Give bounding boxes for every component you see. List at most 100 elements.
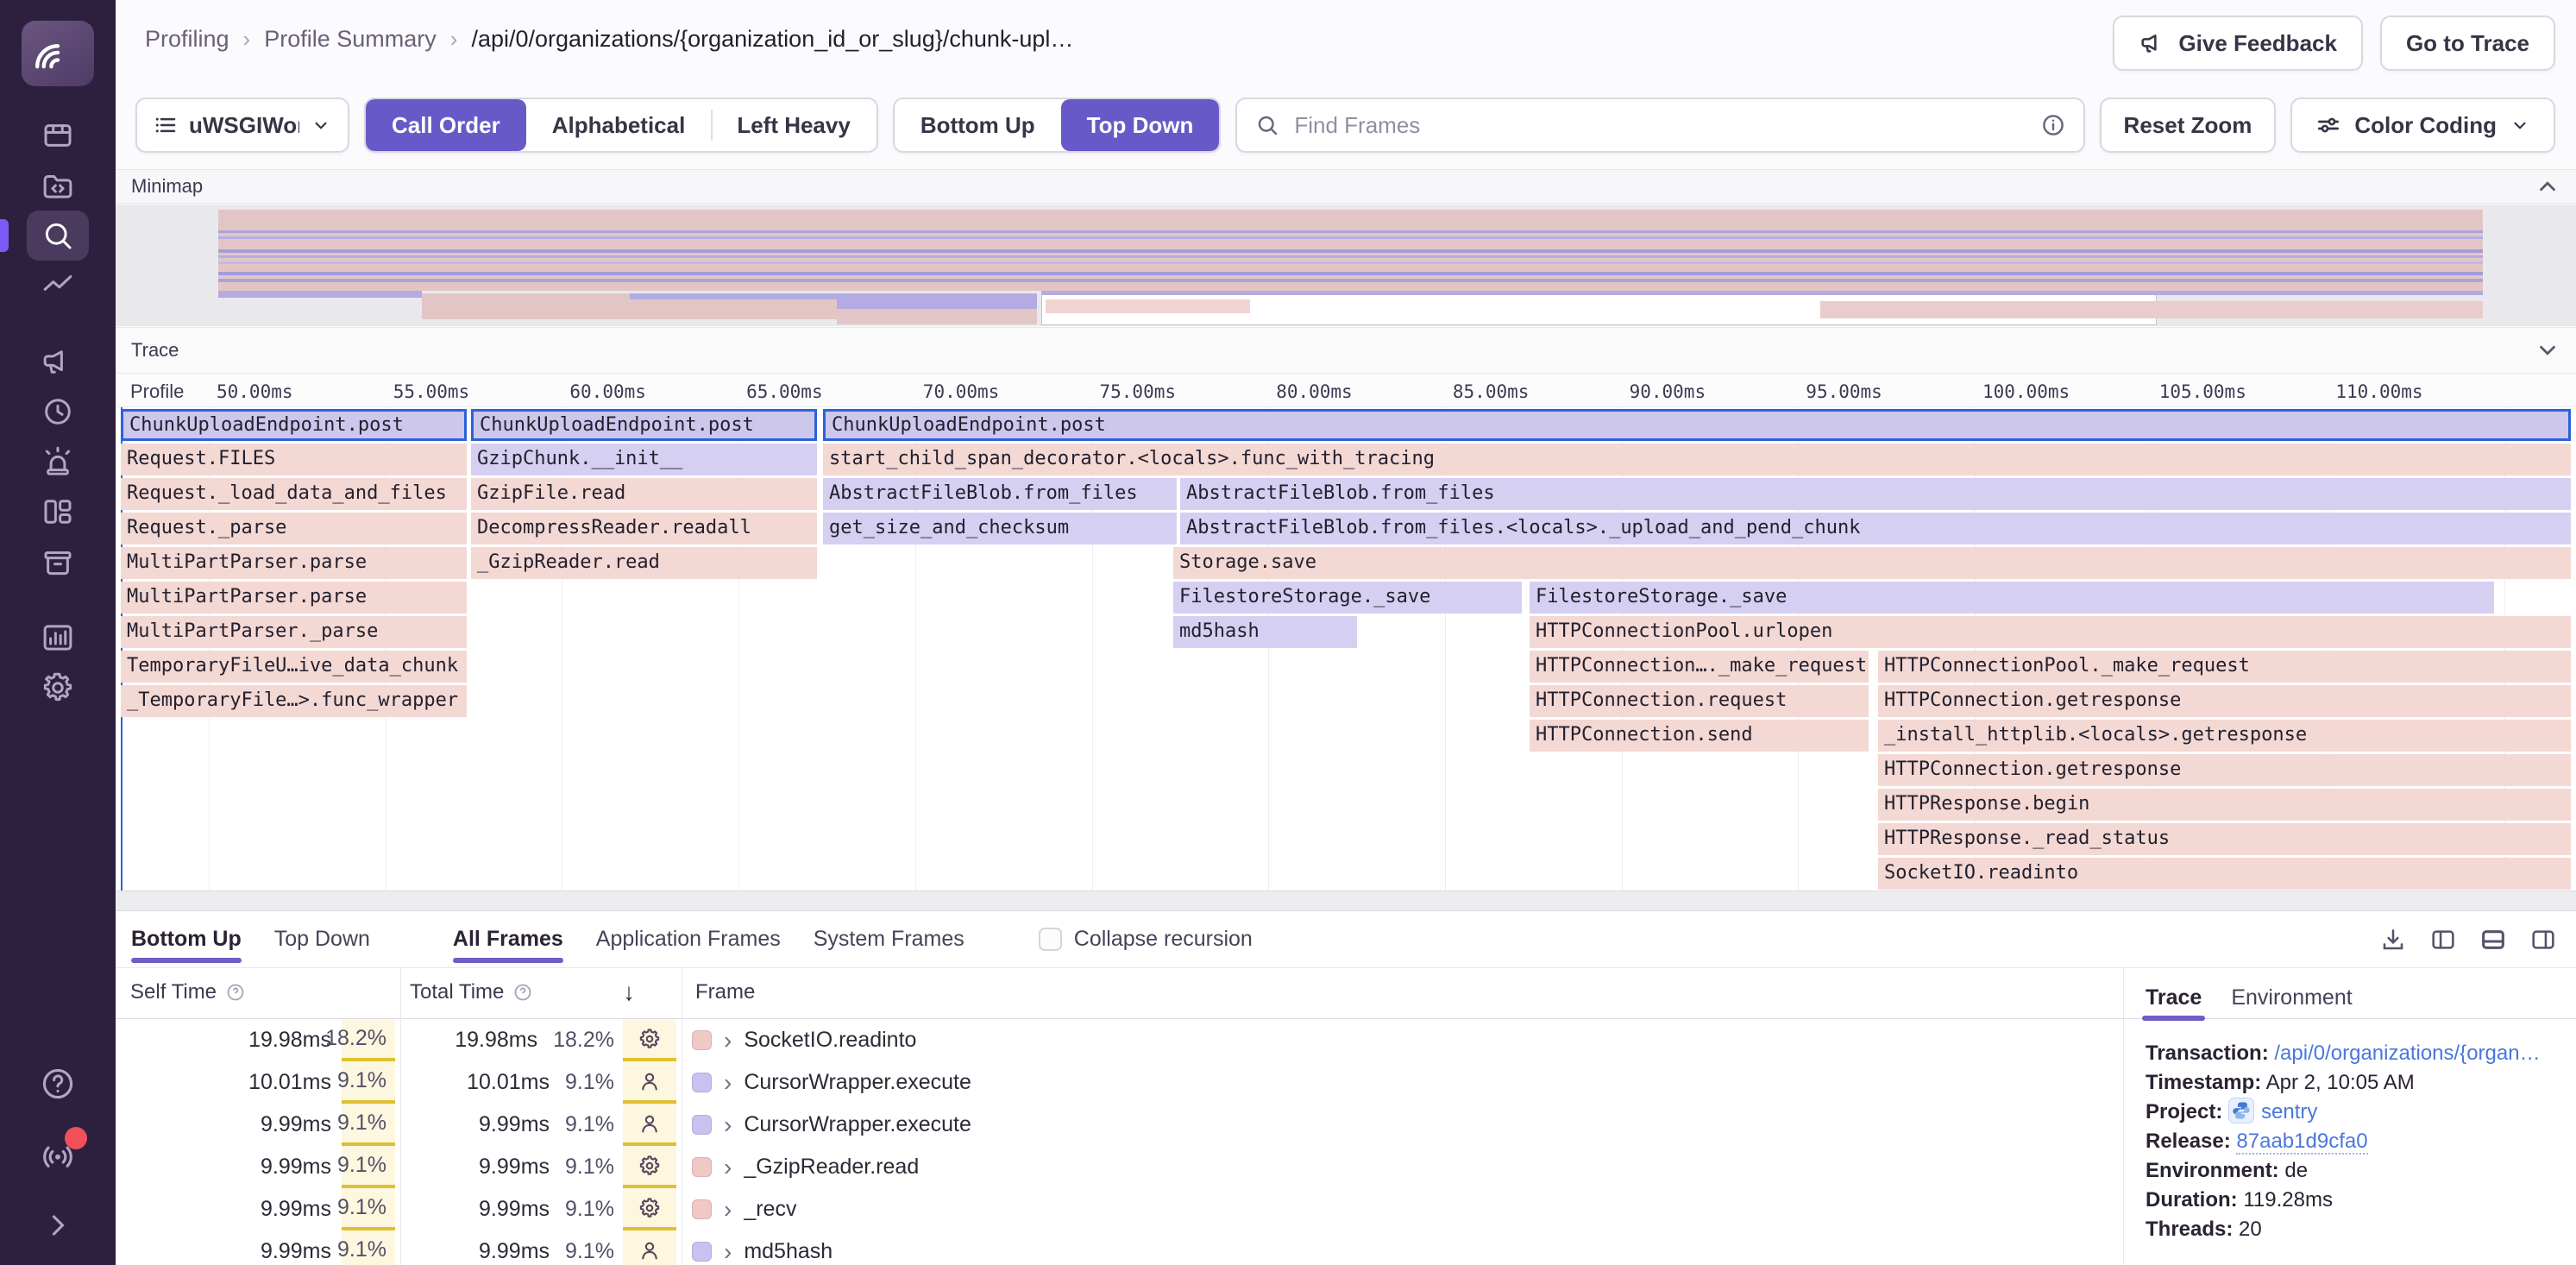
minimap[interactable] [116,205,2576,326]
flame-frame[interactable]: MultiPartParser.parse [121,547,467,579]
help-icon[interactable] [34,1060,82,1108]
sidebar-item-explore-code[interactable] [27,160,89,211]
download-icon[interactable] [2379,926,2407,953]
column-self-time[interactable]: Self Time [130,980,246,1004]
flame-frame[interactable]: md5hash [1173,616,1357,648]
flame-frame[interactable]: DecompressReader.readall [471,513,817,544]
release-link[interactable]: 87aab1d9cfa0 [2236,1130,2367,1155]
collapse-trace-icon[interactable] [2535,337,2560,363]
flame-frame[interactable]: SocketIO.readinto [1878,858,2571,890]
flame-frame[interactable]: GzipFile.read [471,478,817,510]
frame-cell[interactable]: ›CursorWrapper.execute [676,1061,2123,1104]
sort-alphabetical-button[interactable]: Alphabetical [526,99,712,151]
sidebar-item-issues[interactable] [27,110,89,160]
frame-kind-badge[interactable] [623,1188,676,1230]
frame-cell[interactable]: ›CursorWrapper.execute [676,1104,2123,1146]
expand-sidebar-icon[interactable] [34,1201,82,1249]
flame-frame[interactable]: _install_httplib.<locals>.getresponse [1878,720,2571,752]
flame-frame[interactable]: Storage.save [1173,547,2571,579]
flame-frame[interactable]: TemporaryFileU…ive_data_chunk [121,651,467,683]
expand-row-icon[interactable]: › [724,1155,732,1180]
flame-frame[interactable]: HTTPResponse.begin [1878,789,2571,821]
frame-table-row[interactable]: 19.98ms18.2%19.98ms18.2%›SocketIO.readin… [116,1019,2123,1061]
sidebar-item-releases[interactable] [27,537,89,587]
flame-frame[interactable]: MultiPartParser._parse [121,616,467,648]
sort-left-heavy-button[interactable]: Left Heavy [711,99,876,151]
details-tab-trace[interactable]: Trace [2146,985,2202,1010]
top-down-button[interactable]: Top Down [1061,99,1220,151]
expand-row-icon[interactable]: › [724,1071,732,1095]
sidebar-item-dashboards[interactable] [27,487,89,537]
flame-frame[interactable]: _TemporaryFile…>.func_wrapper [121,685,467,717]
flame-frame[interactable]: _GzipReader.read [471,547,817,579]
column-frame[interactable]: Frame [695,980,755,1004]
collapse-minimap-icon[interactable] [2535,173,2560,199]
flame-frame[interactable]: ChunkUploadEndpoint.post [121,409,467,441]
flame-frame[interactable]: HTTPConnection…._make_request [1530,651,1869,683]
frame-table-row[interactable]: 9.99ms9.1%9.99ms9.1%›_recv [116,1188,2123,1230]
flame-frame[interactable]: ChunkUploadEndpoint.post [823,409,2571,441]
sidebar-item-feedback[interactable] [27,337,89,387]
sidebar-item-metrics[interactable] [27,261,89,311]
flame-frame[interactable]: FilestoreStorage._save [1530,582,2494,614]
tab-application-frames[interactable]: Application Frames [596,911,781,967]
thread-selector[interactable]: uWSGIWor… [135,98,349,153]
expand-row-icon[interactable]: › [724,1113,732,1137]
flame-frame[interactable]: FilestoreStorage._save [1173,582,1522,614]
flame-frame[interactable]: HTTPConnection.request [1530,685,1869,717]
question-icon[interactable] [225,982,246,1003]
broadcast-icon[interactable] [34,1130,82,1179]
find-frames-input[interactable] [1292,111,2027,140]
tab-top-down[interactable]: Top Down [274,911,370,967]
layout-right-icon[interactable] [2529,926,2557,953]
collapse-recursion-checkbox[interactable] [1039,928,1062,951]
sidebar-item-alerts[interactable] [27,437,89,487]
column-total-time[interactable]: Total Time [410,980,533,1004]
sidebar-item-replays[interactable] [27,387,89,437]
flame-frame[interactable]: GzipChunk.__init__ [471,444,817,475]
flame-frame[interactable]: HTTPResponse._read_status [1878,823,2571,855]
sort-direction-icon[interactable]: ↓ [623,979,635,1006]
tab-all-frames[interactable]: All Frames [453,911,563,967]
frame-kind-badge[interactable] [623,1230,676,1265]
flame-frame[interactable]: AbstractFileBlob.from_files.<locals>._up… [1180,513,2571,544]
flame-frame[interactable]: ChunkUploadEndpoint.post [471,409,817,441]
question-icon[interactable] [512,982,533,1003]
layout-bottom-icon[interactable] [2479,926,2507,953]
info-icon[interactable] [2040,112,2066,138]
tab-system-frames[interactable]: System Frames [814,911,964,967]
frame-kind-badge[interactable] [623,1146,676,1188]
frame-kind-badge[interactable] [623,1019,676,1061]
flame-frame[interactable]: start_child_span_decorator.<locals>.func… [823,444,2571,475]
frame-kind-badge[interactable] [623,1104,676,1146]
flame-frame[interactable]: HTTPConnectionPool._make_request [1878,651,2571,683]
flame-frame[interactable]: MultiPartParser.parse [121,582,467,614]
frame-cell[interactable]: ›_GzipReader.read [676,1146,2123,1188]
sidebar-item-search[interactable] [27,211,89,261]
frame-cell[interactable]: ›SocketIO.readinto [676,1019,2123,1061]
go-to-trace-button[interactable]: Go to Trace [2380,16,2555,71]
frame-table-row[interactable]: 9.99ms9.1%9.99ms9.1%›md5hash [116,1230,2123,1265]
frame-table-row[interactable]: 10.01ms9.1%10.01ms9.1%›CursorWrapper.exe… [116,1061,2123,1104]
flame-frame[interactable]: Request.FILES [121,444,467,475]
flame-frame[interactable]: Request._load_data_and_files [121,478,467,510]
collapse-recursion-toggle[interactable]: Collapse recursion [1039,927,1253,952]
sort-call-order-button[interactable]: Call Order [366,99,526,151]
tab-bottom-up[interactable]: Bottom Up [131,911,242,967]
flame-frame[interactable]: HTTPConnectionPool.urlopen [1530,616,2571,648]
frame-cell[interactable]: ›_recv [676,1188,2123,1230]
flame-frame[interactable]: HTTPConnection.getresponse [1878,685,2571,717]
sidebar-item-stats[interactable] [27,613,89,663]
sentry-logo[interactable] [22,21,94,86]
panel-resize-handle[interactable] [116,891,2576,911]
give-feedback-button[interactable]: Give Feedback [2113,16,2363,71]
project-link[interactable]: sentry [2261,1100,2317,1123]
frame-table-row[interactable]: 9.99ms9.1%9.99ms9.1%›CursorWrapper.execu… [116,1104,2123,1146]
breadcrumb-profiling[interactable]: Profiling [145,26,229,53]
flame-frame[interactable]: Request._parse [121,513,467,544]
frame-table-row[interactable]: 9.99ms9.1%9.99ms9.1%›_GzipReader.read [116,1146,2123,1188]
flame-frame[interactable]: AbstractFileBlob.from_files [823,478,1177,510]
frame-kind-badge[interactable] [623,1061,676,1104]
color-coding-button[interactable]: Color Coding [2290,98,2555,153]
find-frames-search[interactable] [1235,98,2084,153]
